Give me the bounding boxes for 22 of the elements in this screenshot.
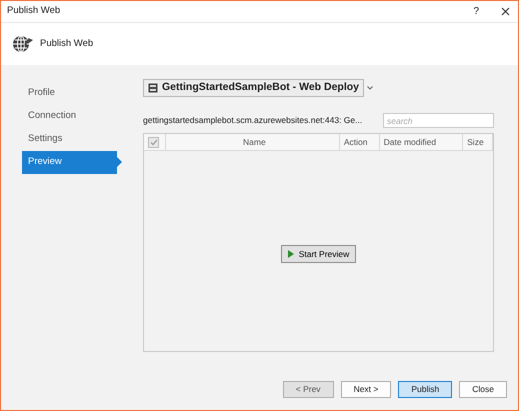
column-header: Size: [463, 134, 493, 150]
column-header: Action: [340, 134, 380, 150]
sidebar-item[interactable]: Profile: [22, 82, 122, 105]
globe-icon: [12, 34, 34, 54]
server-address: gettingstartedsamplebot.scm.azurewebsites.net:443: Ge...: [143, 114, 362, 127]
window-title: Publish Web: [7, 4, 62, 18]
start-preview-button[interactable]: Start Preview: [280, 245, 356, 263]
header-title: Publish Web: [40, 36, 94, 51]
footer-button[interactable]: Next >: [340, 381, 392, 398]
help-button[interactable]: ?: [473, 4, 479, 19]
search-field[interactable]: search: [383, 113, 494, 128]
footer-button[interactable]: Close: [459, 381, 507, 398]
column-header: Date modified: [380, 134, 464, 150]
close-icon[interactable]: [501, 7, 510, 16]
sidebar-item[interactable]: Connection: [22, 105, 122, 128]
column-header: Name: [166, 134, 340, 150]
caret-icon: [367, 86, 373, 90]
sidebar-item[interactable]: Settings: [22, 128, 122, 151]
sidebar-item[interactable]: Preview: [22, 151, 122, 174]
footer-button[interactable]: Publish: [398, 381, 452, 398]
server-icon: [148, 83, 158, 93]
play-icon: [288, 250, 294, 258]
